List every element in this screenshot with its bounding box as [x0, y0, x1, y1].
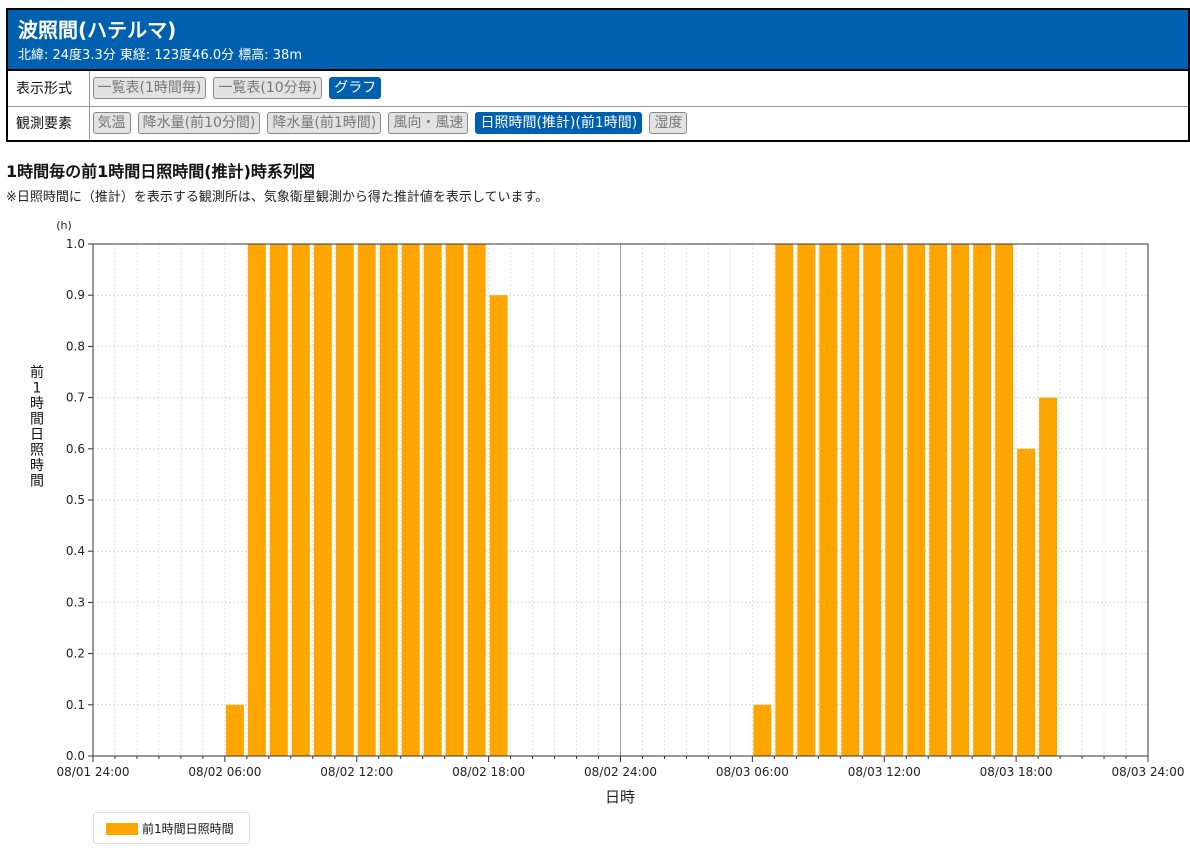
- y-tick-label: 0.3: [66, 595, 85, 609]
- humidity-button[interactable]: 湿度: [649, 112, 688, 135]
- display-format-row: 表示形式 一覧表(1時間毎) 一覧表(10分毎) グラフ: [6, 71, 1190, 107]
- page-title: 1時間毎の前1時間日照時間(推計)時系列図: [6, 162, 315, 181]
- elements-row: 観測要素 気温 降水量(前10分間) 降水量(前1時間) 風向・風速 日照時間(…: [6, 105, 1190, 142]
- bar: [269, 244, 288, 756]
- bar: [247, 244, 266, 756]
- bar: [1017, 448, 1036, 756]
- x-tick-label: 08/03 12:00: [848, 765, 921, 779]
- bar: [401, 244, 420, 756]
- legend-label: 前1時間日照時間: [142, 822, 234, 836]
- y-unit-label: (h): [56, 219, 72, 232]
- y-tick-label: 0.9: [66, 288, 85, 302]
- x-tick-label: 08/03 24:00: [1112, 765, 1185, 779]
- y-tick-label: 0.4: [66, 544, 85, 558]
- y-tick-label: 0.2: [66, 647, 85, 661]
- y-axis-title: 前1時間日照時間: [30, 364, 44, 490]
- temperature-button[interactable]: 気温: [92, 112, 131, 135]
- y-axis-title-char: 1: [33, 380, 42, 396]
- x-tick-label: 08/02 06:00: [188, 765, 261, 779]
- bar: [863, 244, 882, 756]
- legend[interactable]: 前1時間日照時間: [93, 812, 250, 844]
- y-tick-label: 0.6: [66, 442, 85, 456]
- elements-label: 観測要素: [6, 105, 90, 142]
- x-tick-label: 08/02 24:00: [584, 765, 657, 779]
- bar: [1039, 397, 1058, 756]
- display-format-label: 表示形式: [6, 71, 90, 107]
- bar: [951, 244, 970, 756]
- y-axis-title-char: 時: [30, 458, 44, 474]
- station-name: 波照間(ハテルマ): [18, 18, 177, 42]
- station-header: 波照間(ハテルマ) 北緯: 24度3.3分 東経: 123度46.0分 標高: …: [6, 8, 1190, 71]
- y-tick-label: 0.8: [66, 339, 85, 353]
- y-axis-title-char: 間: [30, 473, 44, 489]
- y-axis-title-char: 照: [30, 442, 44, 458]
- x-tick-label: 08/03 06:00: [716, 765, 789, 779]
- y-axis-title-char: 前: [30, 364, 44, 381]
- y-tick-label: 0.0: [66, 749, 85, 763]
- options-table: 表示形式 一覧表(1時間毎) 一覧表(10分毎) グラフ 観測要素 気温 降水量…: [6, 71, 1190, 142]
- legend-swatch: [106, 823, 138, 835]
- y-tick-label: 0.5: [66, 493, 85, 507]
- bar: [885, 244, 904, 756]
- bar: [489, 295, 508, 756]
- list-10min-button[interactable]: 一覧表(10分毎): [213, 77, 323, 100]
- station-coords: 北緯: 24度3.3分 東経: 123度46.0分 標高: 38m: [18, 48, 302, 63]
- y-tick-label: 0.7: [66, 391, 85, 405]
- graph-button[interactable]: グラフ: [329, 77, 382, 100]
- bar: [995, 244, 1014, 756]
- bar: [797, 244, 816, 756]
- bar: [819, 244, 838, 756]
- bar: [841, 244, 860, 756]
- bar: [335, 244, 354, 756]
- bar: [907, 244, 926, 756]
- precip-10min-button[interactable]: 降水量(前10分間): [137, 112, 261, 135]
- y-axis-title-char: 日: [30, 427, 44, 443]
- y-axis-title-char: 時: [30, 396, 44, 412]
- x-tick-label: 08/01 24:00: [57, 765, 130, 779]
- x-tick-label: 08/03 18:00: [980, 765, 1053, 779]
- display-format-buttons: 一覧表(1時間毎) 一覧表(10分毎) グラフ: [88, 71, 1190, 107]
- elements-buttons: 気温 降水量(前10分間) 降水量(前1時間) 風向・風速 日照時間(推計)(前…: [88, 105, 1190, 142]
- sunshine-button[interactable]: 日照時間(推計)(前1時間): [475, 112, 643, 135]
- bar: [291, 244, 310, 756]
- x-tick-label: 08/02 12:00: [320, 765, 393, 779]
- bar: [929, 244, 948, 756]
- wind-button[interactable]: 風向・風速: [388, 112, 469, 135]
- bar: [313, 244, 332, 756]
- list-1hour-button[interactable]: 一覧表(1時間毎): [92, 77, 207, 100]
- estimate-note: ※日照時間に（推計）を表示する観測所は、気象衛星観測から得た推計値を表示していま…: [6, 190, 549, 205]
- y-tick-label: 1.0: [66, 237, 85, 251]
- bar: [973, 244, 992, 756]
- bar: [467, 244, 486, 756]
- y-axis-title-char: 間: [30, 411, 44, 427]
- bar: [445, 244, 464, 756]
- bar: [379, 244, 398, 756]
- y-tick-label: 0.1: [66, 698, 85, 712]
- x-tick-label: 08/02 18:00: [452, 765, 525, 779]
- bar: [225, 704, 244, 756]
- x-axis-title: 日時: [605, 788, 635, 806]
- bar: [357, 244, 376, 756]
- bar: [753, 704, 772, 756]
- bar: [775, 244, 794, 756]
- sunshine-bar-chart: 0.0 0.1 0.2 0.3 0.4 0.5 0.6 0.7 0.8 0.9 1.0 08/01 2…: [30, 219, 1185, 806]
- precip-1hour-button[interactable]: 降水量(前1時間): [267, 112, 382, 135]
- bar: [423, 244, 442, 756]
